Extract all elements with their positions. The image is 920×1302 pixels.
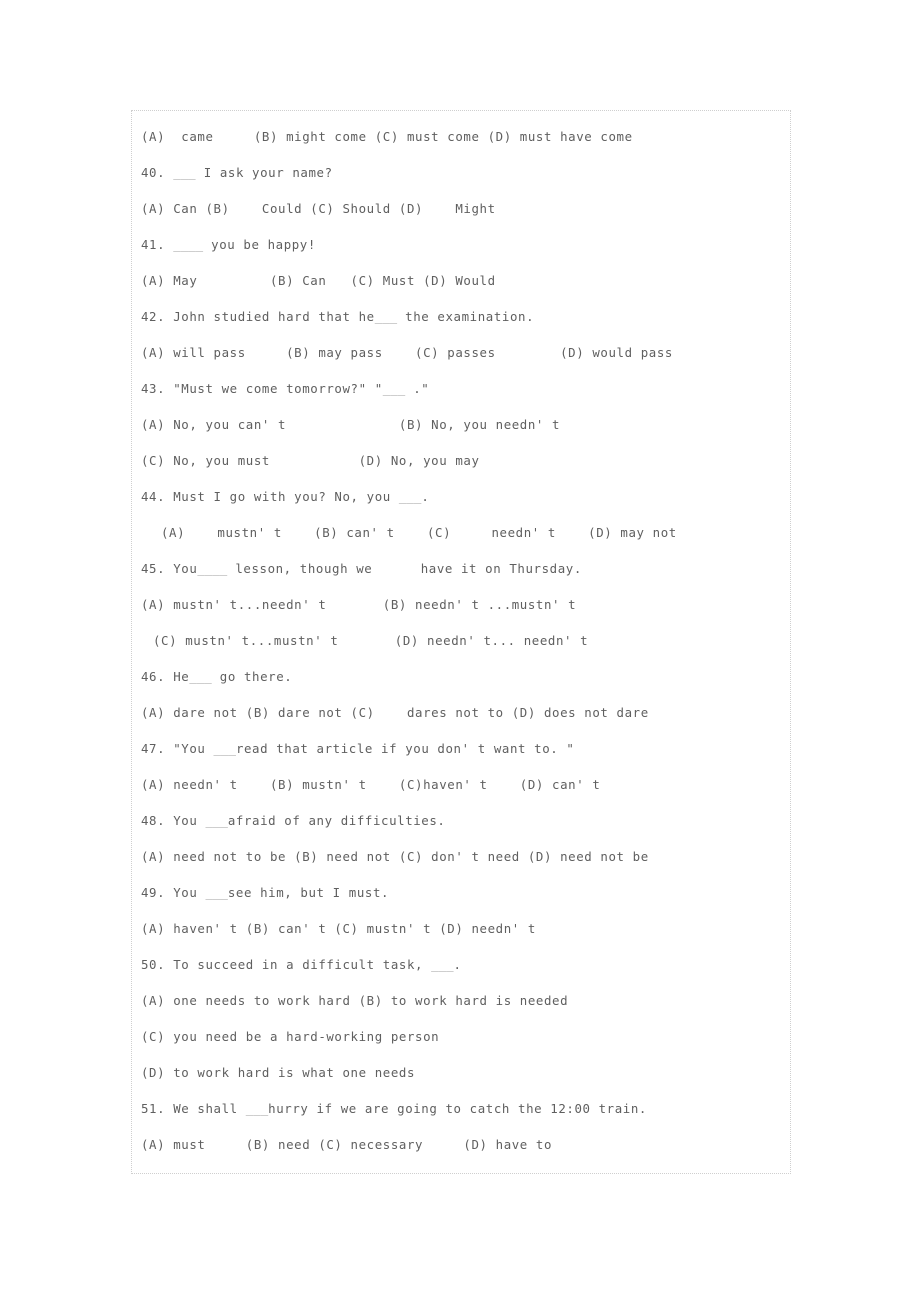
- question-line: 49. You ___see him, but I must.: [141, 885, 390, 900]
- question-line: 46. He___ go there.: [141, 669, 293, 684]
- document-body: (A) came (B) might come (C) must come (D…: [141, 119, 788, 1163]
- question-line: 44. Must I go with you? No, you ___.: [141, 489, 430, 504]
- option-line: (C) No, you must (D) No, you may: [141, 453, 480, 468]
- question-line: 48. You ___afraid of any difficulties.: [141, 813, 446, 828]
- question-line: 42. John studied hard that he___ the exa…: [141, 309, 535, 324]
- option-line: (A) mustn' t (B) can' t (C) needn' t (D)…: [161, 525, 677, 540]
- fill-in-blank: ___: [245, 1101, 269, 1116]
- fill-in-blank: ___: [382, 381, 406, 396]
- question-line: 47. "You ___read that article if you don…: [141, 741, 575, 756]
- question-line: 41. ____ you be happy!: [141, 237, 316, 252]
- option-line: (A) needn' t (B) mustn' t (C)haven' t (D…: [141, 777, 601, 792]
- fill-in-blank: ____: [197, 561, 228, 576]
- fill-in-blank: ___: [189, 669, 212, 684]
- fill-in-blank: ___: [173, 165, 196, 180]
- fill-in-blank: ___: [431, 957, 454, 972]
- fill-in-blank: ___: [205, 813, 228, 828]
- question-line: 45. You____ lesson, though we have it on…: [141, 561, 582, 576]
- question-line: 51. We shall ___hurry if we are going to…: [141, 1101, 647, 1116]
- option-line: (C) you need be a hard-working person: [141, 1029, 440, 1044]
- fill-in-blank: ___: [374, 309, 398, 324]
- option-line: (A) dare not (B) dare not (C) dares not …: [141, 705, 649, 720]
- option-line: (A) Can (B) Could (C) Should (D) Might: [141, 201, 496, 216]
- option-line: (A) mustn' t...needn' t (B) needn' t ...…: [141, 597, 577, 612]
- option-line: (A) came (B) might come (C) must come (D…: [141, 129, 633, 144]
- fill-in-blank: ___: [205, 885, 228, 900]
- option-line: (A) must (B) need (C) necessary (D) have…: [141, 1137, 553, 1152]
- option-line: (A) May (B) Can (C) Must (D) Would: [141, 273, 496, 288]
- option-line: (C) mustn' t...mustn' t (D) needn' t... …: [153, 633, 589, 648]
- fill-in-blank: ___: [398, 489, 422, 504]
- option-line: (A) No, you can' t (B) No, you needn' t: [141, 417, 561, 432]
- question-line: 50. To succeed in a difficult task, ___.: [141, 957, 462, 972]
- option-line: (A) will pass (B) may pass (C) passes (D…: [141, 345, 673, 360]
- fill-in-blank: ____: [173, 237, 204, 252]
- document-page: (A) came (B) might come (C) must come (D…: [131, 110, 791, 1174]
- option-line: (A) need not to be (B) need not (C) don'…: [141, 849, 649, 864]
- option-line: (D) to work hard is what one needs: [141, 1065, 416, 1080]
- option-line: (A) one needs to work hard (B) to work h…: [141, 993, 569, 1008]
- question-line: 40. ___ I ask your name?: [141, 165, 333, 180]
- fill-in-blank: ___: [213, 741, 236, 756]
- option-line: (A) haven' t (B) can' t (C) mustn' t (D)…: [141, 921, 536, 936]
- question-line: 43. "Must we come tomorrow?" "___ .": [141, 381, 430, 396]
